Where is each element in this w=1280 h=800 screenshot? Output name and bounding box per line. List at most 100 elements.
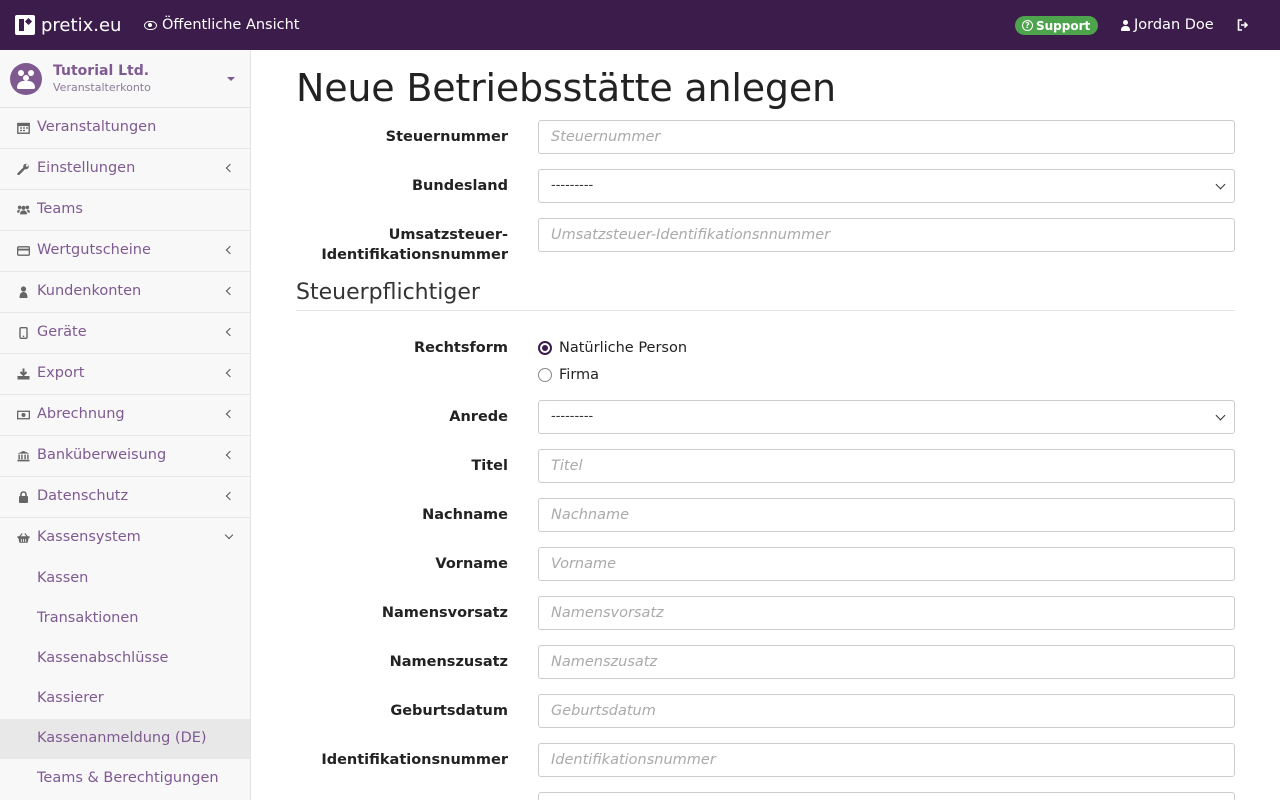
sidebar-item-label: Datenschutz	[37, 488, 129, 504]
question-circle-icon: ?	[1022, 20, 1033, 31]
sidebar-item-label: Veranstaltungen	[37, 119, 157, 135]
sidebar-item-label: Wertgutscheine	[37, 242, 151, 258]
chevron-left-icon	[225, 368, 235, 378]
sidebar-item-label: Teams	[37, 201, 83, 217]
ustid-label-line2: Identifikationsnummer	[321, 247, 508, 263]
chevron-left-icon	[225, 245, 235, 255]
sidebar-item-label: Banküberweisung	[37, 447, 167, 463]
rechtsform-option-natuerliche-person[interactable]: Natürliche Person	[538, 338, 687, 358]
sidebar-subitem-label: Kassenanmeldung (DE)	[37, 730, 207, 746]
vorname-label: Vorname	[435, 556, 508, 572]
sidebar-subitem-label: Kassenabschlüsse	[37, 650, 169, 666]
organizer-name: Tutorial Ltd.	[53, 63, 150, 79]
public-view-link[interactable]: Öffentliche Ansicht	[144, 0, 300, 50]
sidebar-item-einstellungen[interactable]: Einstellungen	[0, 149, 250, 190]
calendar-icon	[17, 122, 30, 134]
public-view-label: Öffentliche Ansicht	[162, 17, 300, 33]
geburtsdatum-label: Geburtsdatum	[390, 703, 508, 719]
anrede-label: Anrede	[449, 409, 508, 425]
user-menu-link[interactable]: Jordan Doe	[1121, 0, 1214, 50]
sidebar-item-label: Einstellungen	[37, 160, 136, 176]
namensvorsatz-label: Namensvorsatz	[381, 605, 508, 621]
sidebar-item-label: Kassensystem	[37, 529, 141, 545]
brand-link[interactable]: pretix.eu	[15, 0, 121, 50]
sidebar-item-datenschutz[interactable]: Datenschutz	[0, 477, 250, 518]
sidebar-item-label: Abrechnung	[37, 406, 125, 422]
credit-card-icon	[17, 246, 30, 256]
top-navbar: pretix.eu Öffentliche Ansicht ? Support …	[0, 0, 1280, 50]
sidebar-subitem-transaktionen[interactable]: Transaktionen	[0, 599, 250, 639]
chevron-left-icon	[225, 286, 235, 296]
chevron-left-icon	[225, 327, 235, 337]
identifikationsnummer-input[interactable]	[538, 743, 1235, 777]
organizer-avatar	[10, 63, 42, 95]
sidebar-subitem-label: Teams & Berechtigungen	[37, 770, 219, 786]
identifikationsnummer-label: Identifikationsnummer	[321, 752, 508, 768]
vorname-input[interactable]	[538, 547, 1235, 581]
next-field-input-partial[interactable]	[538, 792, 1235, 800]
radio-button-checked[interactable]	[538, 341, 552, 355]
sidebar-item-wertgutscheine[interactable]: Wertgutscheine	[0, 231, 250, 272]
namenszusatz-input[interactable]	[538, 645, 1235, 679]
anrede-select[interactable]: ---------	[538, 400, 1235, 434]
sidebar-item-label: Geräte	[37, 324, 87, 340]
logout-icon[interactable]	[1237, 19, 1249, 31]
anrede-value: ---------	[551, 409, 594, 424]
page-title: Neue Betriebsstätte anlegen	[296, 66, 836, 110]
basket-icon	[17, 533, 30, 543]
sidebar-subitem-kassenabschluesse[interactable]: Kassenabschlüsse	[0, 639, 250, 679]
user-name: Jordan Doe	[1134, 17, 1214, 33]
brand-name: pretix.eu	[41, 14, 122, 36]
chevron-left-icon	[225, 491, 235, 501]
caret-down-icon	[227, 77, 235, 81]
chevron-down-icon	[1215, 179, 1226, 190]
nachname-label: Nachname	[422, 507, 508, 523]
sidebar-item-geraete[interactable]: Geräte	[0, 313, 250, 354]
organizer-account-type: Veranstalterkonto	[53, 81, 151, 94]
sidebar-subitem-label: Kassierer	[37, 690, 104, 706]
support-label: Support	[1036, 18, 1091, 33]
wrench-icon	[17, 163, 29, 175]
sidebar-item-label: Export	[37, 365, 85, 381]
sidebar-subitem-kassierer[interactable]: Kassierer	[0, 679, 250, 719]
sidebar-subitem-kassen[interactable]: Kassen	[0, 559, 250, 599]
organizer-switcher[interactable]: Tutorial Ltd. Veranstalterkonto	[0, 50, 250, 108]
ustid-label-line1: Umsatzsteuer-	[388, 227, 508, 243]
bank-icon	[17, 450, 30, 462]
sidebar-subitem-teams-berechtigungen[interactable]: Teams & Berechtigungen	[0, 759, 250, 799]
sidebar-item-teams[interactable]: Teams	[0, 190, 250, 231]
bundesland-select[interactable]: ---------	[538, 169, 1235, 203]
sidebar-item-bankueberweisung[interactable]: Banküberweisung	[0, 436, 250, 477]
geburtsdatum-input[interactable]	[538, 694, 1235, 728]
sidebar-item-export[interactable]: Export	[0, 354, 250, 395]
chevron-left-icon	[225, 450, 235, 460]
sidebar-item-kassensystem[interactable]: Kassensystem	[0, 518, 250, 559]
ustid-input[interactable]	[538, 218, 1235, 252]
user-icon	[1121, 19, 1130, 31]
radio-button[interactable]	[538, 368, 552, 382]
sidebar-item-kundenkonten[interactable]: Kundenkonten	[0, 272, 250, 313]
nachname-input[interactable]	[538, 498, 1235, 532]
steuernummer-input[interactable]	[538, 120, 1235, 154]
sidebar-item-veranstaltungen[interactable]: Veranstaltungen	[0, 108, 250, 149]
download-icon	[17, 368, 30, 380]
sidebar-subitem-kassenanmeldung[interactable]: Kassenanmeldung (DE)	[0, 719, 250, 759]
eye-icon	[144, 20, 157, 30]
rechtsform-label: Rechtsform	[413, 340, 508, 356]
namenszusatz-label: Namenszusatz	[389, 654, 508, 670]
bundesland-value: ---------	[551, 178, 594, 193]
user-icon	[19, 286, 28, 298]
chevron-left-icon	[225, 409, 235, 419]
bundesland-label: Bundesland	[412, 178, 508, 194]
sidebar-item-label: Kundenkonten	[37, 283, 142, 299]
namensvorsatz-input[interactable]	[538, 596, 1235, 630]
rechtsform-option-firma[interactable]: Firma	[538, 365, 599, 385]
lock-icon	[19, 491, 28, 503]
titel-input[interactable]	[538, 449, 1235, 483]
sidebar-item-abrechnung[interactable]: Abrechnung	[0, 395, 250, 436]
pretix-logo-icon	[15, 15, 35, 35]
support-button[interactable]: ? Support	[1015, 16, 1099, 35]
radio-label: Firma	[559, 367, 600, 383]
sidebar: Tutorial Ltd. Veranstalterkonto Veransta…	[0, 50, 251, 800]
titel-label: Titel	[471, 458, 508, 474]
